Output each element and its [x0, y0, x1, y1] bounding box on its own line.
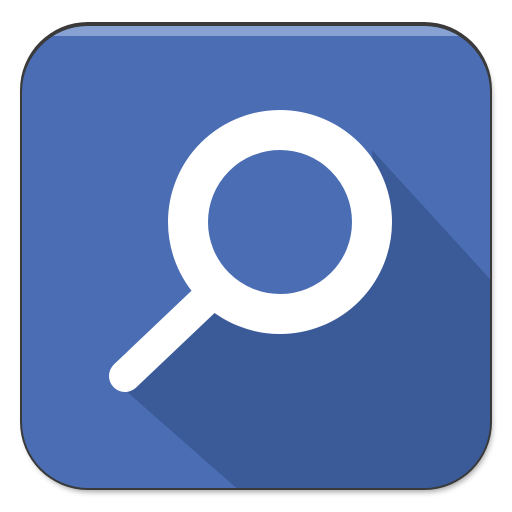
tile-top-highlight [22, 26, 490, 36]
app-icon[interactable] [0, 0, 512, 512]
search-app-icon-svg [20, 22, 492, 492]
